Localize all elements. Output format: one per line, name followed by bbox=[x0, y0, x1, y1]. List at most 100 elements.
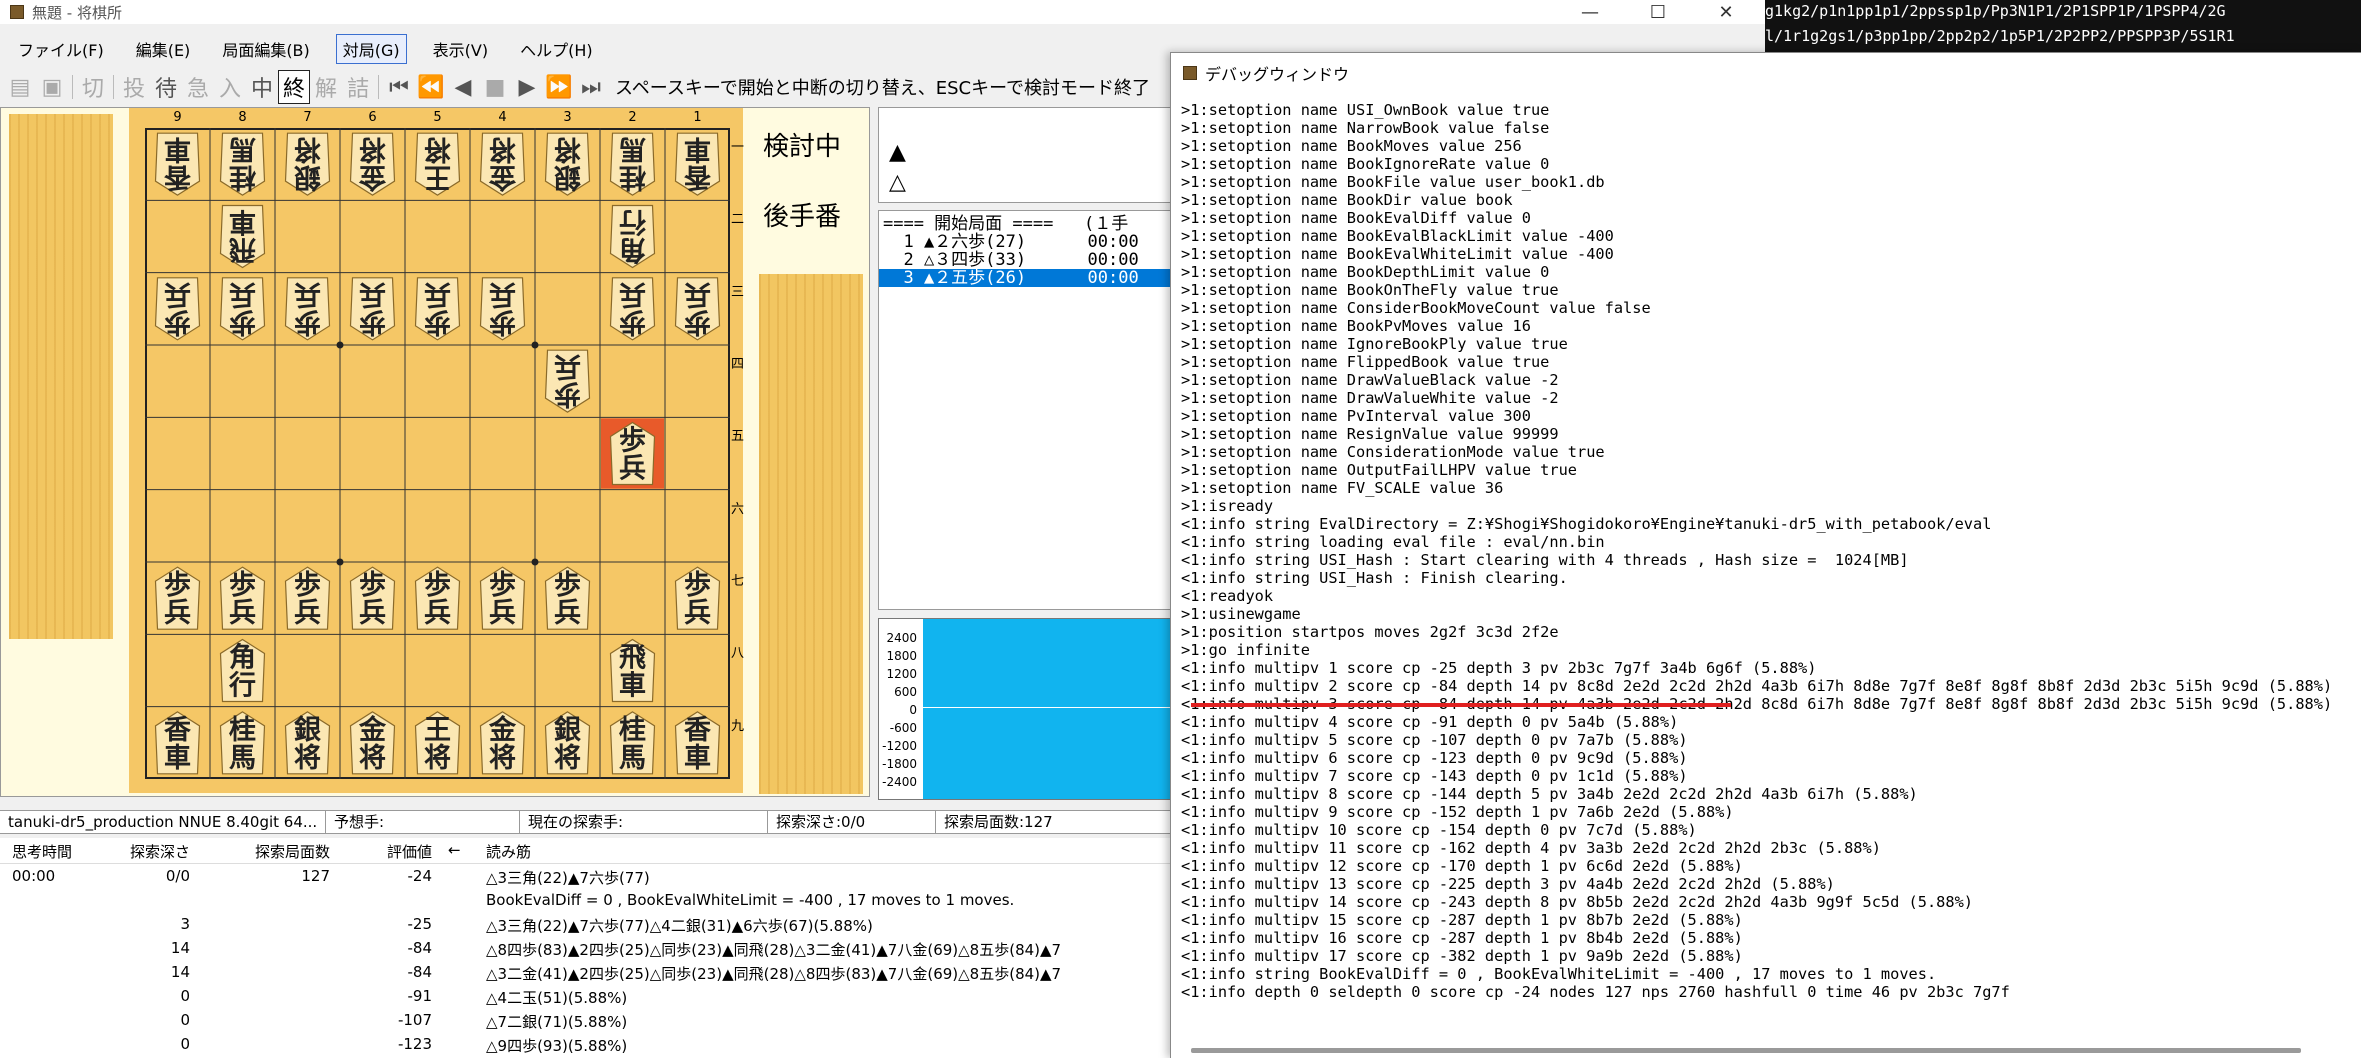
shogi-piece[interactable]: 歩兵 bbox=[479, 566, 526, 630]
shogi-piece[interactable]: 歩兵 bbox=[154, 566, 201, 630]
shogi-piece[interactable]: 歩兵 bbox=[284, 277, 331, 341]
header-eval[interactable]: 評価値 bbox=[340, 841, 432, 862]
menu-file[interactable]: ファイル(F) bbox=[12, 35, 110, 63]
header-nodes[interactable]: 探索局面数 bbox=[200, 841, 330, 862]
header-arrow[interactable]: ← bbox=[448, 841, 461, 859]
shogi-piece[interactable]: 桂馬 bbox=[219, 132, 266, 196]
horizontal-scrollbar[interactable] bbox=[1191, 1048, 2301, 1053]
shogi-piece[interactable]: 歩兵 bbox=[674, 566, 721, 630]
shogi-piece[interactable]: 歩兵 bbox=[601, 418, 664, 489]
menu-edit[interactable]: 編集(E) bbox=[130, 35, 197, 63]
shogi-piece[interactable]: 香車 bbox=[674, 132, 721, 196]
table-row[interactable]: 0 -91 △4二玉(51)(5.88%) bbox=[0, 984, 1180, 1008]
table-row[interactable]: 00:00 0/0 127 -24 △3三角(22)▲7六歩(77) bbox=[0, 864, 1180, 888]
forward-one-icon[interactable]: ▶ bbox=[511, 75, 543, 100]
toolbar-button-end[interactable]: 終 bbox=[278, 70, 310, 104]
table-row[interactable]: 14 -84 △3二金(41)▲2四歩(25)△同歩(23)▲同飛(28)△8四歩(… bbox=[0, 960, 1180, 984]
shogi-piece[interactable]: 桂馬 bbox=[219, 711, 266, 775]
shogi-piece[interactable]: 銀将 bbox=[284, 711, 331, 775]
debug-log[interactable]: >1:setoption name USI_OwnBook value true… bbox=[1181, 101, 2351, 1001]
menu-help[interactable]: ヘルプ(H) bbox=[514, 35, 599, 63]
stop-icon[interactable]: ■ bbox=[479, 75, 511, 100]
toolbar-button-cut[interactable]: 切 bbox=[77, 71, 109, 103]
table-row[interactable]: 3 -25 △3三角(22)▲7六歩(77)△4二銀(31)▲6六歩(67)(5.8… bbox=[0, 912, 1180, 936]
shogi-piece[interactable]: 歩兵 bbox=[349, 566, 396, 630]
shogi-piece[interactable]: 桂馬 bbox=[609, 132, 656, 196]
kifu-row[interactable]: ==== 開始局面 ==== (１手 bbox=[879, 215, 1177, 233]
toolbar-button-interrupt[interactable]: 中 bbox=[246, 71, 278, 103]
shogi-piece[interactable]: 金将 bbox=[479, 132, 526, 196]
shogi-piece[interactable]: 歩兵 bbox=[154, 277, 201, 341]
new-file-icon[interactable]: ▤ bbox=[4, 75, 36, 100]
maximize-button[interactable]: ☐ bbox=[1624, 0, 1692, 24]
shogi-piece[interactable]: 角行 bbox=[219, 638, 266, 703]
piece-char: 兵 bbox=[359, 598, 386, 629]
header-time[interactable]: 思考時間 bbox=[12, 841, 72, 862]
toolbar-button-enter[interactable]: 入 bbox=[214, 71, 246, 103]
shogi-piece[interactable]: 歩兵 bbox=[414, 566, 461, 630]
table-cell: 0 bbox=[180, 987, 190, 1005]
sente-piece-stand[interactable] bbox=[759, 274, 863, 794]
shogi-piece[interactable]: 飛車 bbox=[609, 638, 656, 703]
shogi-piece[interactable]: 角行 bbox=[609, 204, 656, 269]
save-icon[interactable]: ▣ bbox=[36, 75, 68, 100]
minimize-button[interactable]: — bbox=[1556, 0, 1624, 24]
shogi-piece[interactable]: 王将 bbox=[414, 132, 461, 196]
toolbar-button-tsume[interactable]: 詰 bbox=[342, 71, 374, 103]
gote-piece-stand[interactable] bbox=[9, 114, 113, 639]
table-row[interactable]: 0 -123 △9四歩(93)(5.88%) bbox=[0, 1032, 1180, 1056]
toolbar-button-hurry[interactable]: 急 bbox=[182, 71, 214, 103]
table-row[interactable]: 14 -84 △8四歩(83)▲2四歩(25)△同歩(23)▲同飛(28)△3二金(… bbox=[0, 936, 1180, 960]
kifu-row-selected[interactable]: 3 ▲２五歩(26) 00:00 bbox=[879, 269, 1177, 287]
shogi-piece[interactable]: 金将 bbox=[479, 711, 526, 775]
shogi-piece[interactable]: 銀将 bbox=[544, 711, 591, 775]
shogi-piece[interactable]: 歩兵 bbox=[219, 566, 266, 630]
back-one-icon[interactable]: ◀ bbox=[447, 75, 479, 100]
forward-many-icon[interactable]: ⏩ bbox=[543, 75, 575, 100]
close-button[interactable]: ✕ bbox=[1692, 0, 1760, 24]
debug-log-line: >1:setoption name BookMoves value 256 bbox=[1181, 137, 1522, 155]
shogi-piece[interactable]: 歩兵 bbox=[349, 277, 396, 341]
engine-output-table[interactable]: 思考時間 探索深さ 探索局面数 評価値 ← 読み筋 00:00 0/0 127 -24… bbox=[0, 838, 1180, 1058]
piece-char: 車 bbox=[684, 133, 711, 164]
kifu-list[interactable]: ==== 開始局面 ==== (１手 1 ▲２六歩(27) 00:00 2 △３… bbox=[878, 210, 1178, 610]
shogi-piece[interactable]: 桂馬 bbox=[609, 711, 656, 775]
shogi-piece[interactable]: 飛車 bbox=[219, 204, 266, 269]
toolbar-button-wait[interactable]: 待 bbox=[150, 71, 182, 103]
menu-position-edit[interactable]: 局面編集(B) bbox=[216, 35, 315, 63]
shogi-piece[interactable]: 歩兵 bbox=[544, 566, 591, 630]
menu-game[interactable]: 対局(G) bbox=[335, 34, 407, 64]
shogi-piece[interactable]: 香車 bbox=[154, 132, 201, 196]
kifu-row[interactable]: 2 △３四歩(33) 00:00 bbox=[879, 251, 1177, 269]
toolbar-button-analyze[interactable]: 解 bbox=[310, 71, 342, 103]
shogi-piece[interactable]: 歩兵 bbox=[414, 277, 461, 341]
table-row[interactable]: 0 -107 △7二銀(71)(5.88%) bbox=[0, 1008, 1180, 1032]
graph-y-label: -1800 bbox=[882, 757, 917, 771]
table-row[interactable]: BookEvalDiff = 0 , BookEvalWhiteLimit = … bbox=[0, 888, 1180, 912]
shogi-piece[interactable]: 香車 bbox=[674, 711, 721, 775]
shogi-piece[interactable]: 歩兵 bbox=[544, 349, 591, 413]
shogi-piece[interactable]: 王将 bbox=[414, 711, 461, 775]
shogi-piece[interactable]: 歩兵 bbox=[674, 277, 721, 341]
shogi-piece[interactable]: 香車 bbox=[154, 711, 201, 775]
header-pv[interactable]: 読み筋 bbox=[486, 841, 531, 862]
first-move-icon[interactable]: ⏮ bbox=[383, 75, 415, 100]
shogi-piece[interactable]: 銀将 bbox=[544, 132, 591, 196]
evaluation-graph[interactable]: 2400 1800 1200 600 0 -600 -1200 -1800 -2… bbox=[878, 618, 1178, 800]
piece-char: 兵 bbox=[554, 350, 581, 381]
shogi-piece[interactable]: 歩兵 bbox=[479, 277, 526, 341]
shogi-piece[interactable]: 金将 bbox=[349, 711, 396, 775]
shogi-piece[interactable]: 歩兵 bbox=[219, 277, 266, 341]
menu-view[interactable]: 表示(V) bbox=[427, 35, 494, 63]
shogi-piece[interactable]: 歩兵 bbox=[609, 277, 656, 341]
kifu-row[interactable]: 1 ▲２六歩(27) 00:00 bbox=[879, 233, 1177, 251]
back-many-icon[interactable]: ⏪ bbox=[415, 75, 447, 100]
debug-log-line: >1:go infinite bbox=[1181, 641, 1310, 659]
shogi-piece[interactable]: 歩兵 bbox=[284, 566, 331, 630]
shogi-piece[interactable]: 金将 bbox=[349, 132, 396, 196]
shogi-board[interactable]: 香車桂馬銀将金将王将金将銀将桂馬香車飛車角行歩兵歩兵歩兵歩兵歩兵歩兵歩兵歩兵歩兵… bbox=[145, 128, 730, 779]
last-move-icon[interactable]: ⏭ bbox=[575, 75, 607, 100]
shogi-piece[interactable]: 銀将 bbox=[284, 132, 331, 196]
header-depth[interactable]: 探索深さ bbox=[100, 841, 190, 862]
toolbar-button-resign[interactable]: 投 bbox=[118, 71, 150, 103]
